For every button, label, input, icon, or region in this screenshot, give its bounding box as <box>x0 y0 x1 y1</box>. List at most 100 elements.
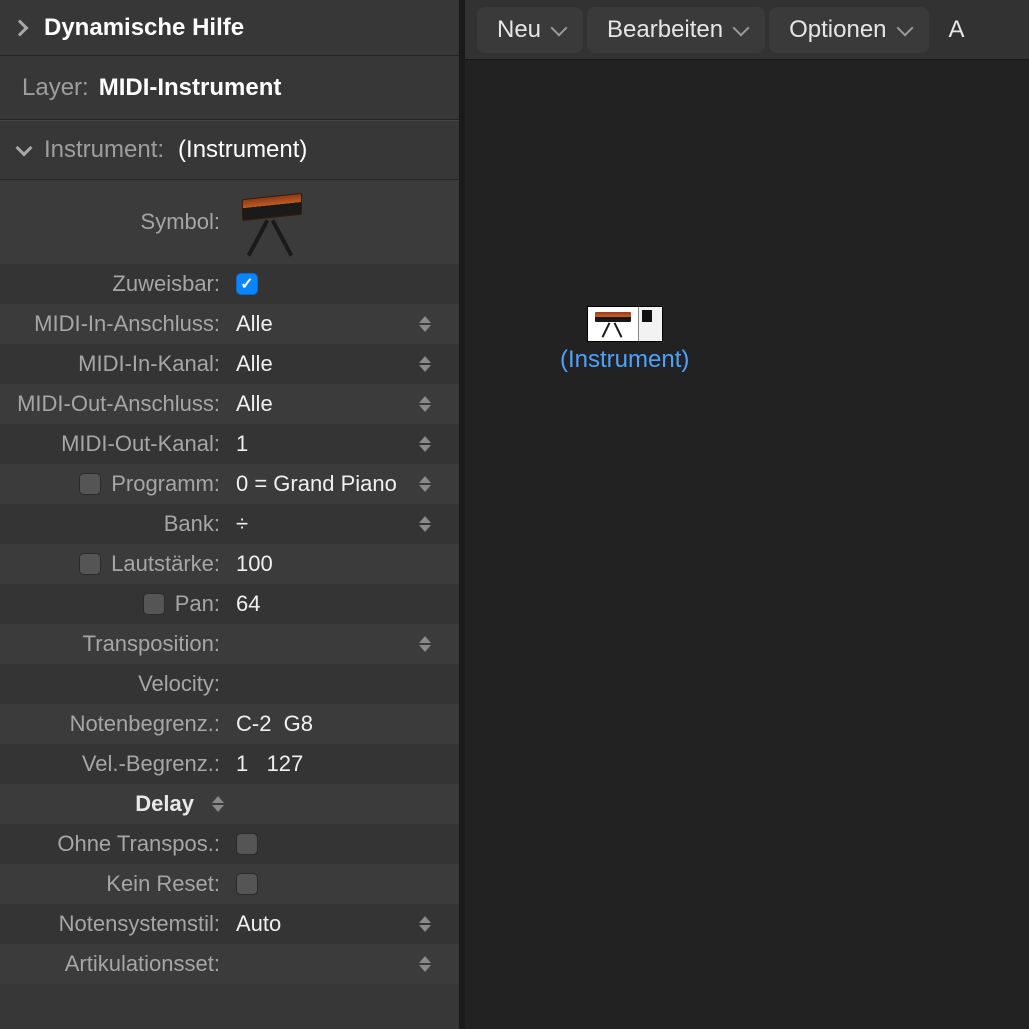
row-articulation-set: Artikulationsset: <box>0 944 459 984</box>
flag-icon <box>642 310 652 322</box>
program-enable-checkbox[interactable] <box>79 473 101 495</box>
label-bank: Bank: <box>0 511 228 537</box>
value-staff-style[interactable]: Auto <box>228 904 459 944</box>
assignable-checkbox[interactable] <box>236 273 258 295</box>
text-pan: 64 <box>236 591 260 617</box>
value-no-reset <box>228 864 459 904</box>
instrument-disclosure-row[interactable]: Instrument: (Instrument) <box>0 120 459 180</box>
label-no-transpose: Ohne Transpos.: <box>0 831 228 857</box>
label-delay-text: Delay <box>135 791 194 817</box>
environment-canvas-pane: Neu Bearbeiten Optionen A (Instr <box>465 0 1029 1029</box>
text-volume: 100 <box>236 551 273 577</box>
text-staff-style: Auto <box>236 911 281 937</box>
label-midi-in-port: MIDI-In-Anschluss: <box>0 311 228 337</box>
dynamic-help-title: Dynamische Hilfe <box>44 14 244 42</box>
label-volume-text: Lautstärke: <box>111 551 220 577</box>
label-symbol: Symbol: <box>0 209 228 235</box>
layer-label: Layer: <box>22 74 89 102</box>
instrument-object-icon <box>587 306 663 342</box>
value-midi-out-channel[interactable]: 1 <box>228 424 459 464</box>
label-delay[interactable]: Delay <box>0 791 228 817</box>
stepper-icon[interactable] <box>419 356 431 372</box>
row-midi-out-channel: MIDI-Out-Kanal: 1 <box>0 424 459 464</box>
row-transpose: Transposition: <box>0 624 459 664</box>
menu-bearbeiten-label: Bearbeiten <box>607 16 723 44</box>
dynamic-help-header[interactable]: Dynamische Hilfe <box>0 0 459 56</box>
environment-workspace[interactable]: (Instrument) <box>465 60 1029 1029</box>
synth-keyboard-icon <box>593 310 633 338</box>
menu-optionen[interactable]: Optionen <box>769 7 928 53</box>
value-delay[interactable] <box>228 784 459 824</box>
row-no-reset: Kein Reset: <box>0 864 459 904</box>
value-midi-out-port[interactable]: Alle <box>228 384 459 424</box>
stepper-icon[interactable] <box>419 316 431 332</box>
row-midi-in-port: MIDI-In-Anschluss: Alle <box>0 304 459 344</box>
stepper-icon[interactable] <box>212 796 224 812</box>
row-assignable: Zuweisbar: <box>0 264 459 304</box>
label-midi-in-channel: MIDI-In-Kanal: <box>0 351 228 377</box>
stepper-icon[interactable] <box>419 476 431 492</box>
row-midi-in-channel: MIDI-In-Kanal: Alle <box>0 344 459 384</box>
chevron-down-icon <box>551 19 568 36</box>
volume-enable-checkbox[interactable] <box>79 553 101 575</box>
row-symbol: Symbol: <box>0 180 459 264</box>
row-program: Programm: 0 = Grand Piano <box>0 464 459 504</box>
text-bank: ÷ <box>236 511 248 537</box>
stepper-icon[interactable] <box>419 516 431 532</box>
label-program: Programm: <box>0 471 228 497</box>
label-articulation-set: Artikulationsset: <box>0 951 228 977</box>
instrument-properties: Symbol: Zuweisbar: MIDI-In-Anschluss: Al… <box>0 180 459 984</box>
no-reset-checkbox[interactable] <box>236 873 258 895</box>
value-articulation-set[interactable] <box>228 944 459 984</box>
menu-bearbeiten[interactable]: Bearbeiten <box>587 7 765 53</box>
value-velocity[interactable] <box>228 664 459 704</box>
value-midi-in-channel[interactable]: Alle <box>228 344 459 384</box>
value-vel-limit[interactable]: 1 127 <box>228 744 459 784</box>
label-staff-style: Notensystemstil: <box>0 911 228 937</box>
row-staff-style: Notensystemstil: Auto <box>0 904 459 944</box>
pan-enable-checkbox[interactable] <box>143 593 165 615</box>
chevron-down-icon <box>896 19 913 36</box>
instrument-object-label[interactable]: (Instrument) <box>560 346 689 374</box>
label-note-limit: Notenbegrenz.: <box>0 711 228 737</box>
menu-ansicht-partial[interactable]: A <box>933 16 975 44</box>
label-program-text: Programm: <box>111 471 220 497</box>
text-midi-in-channel: Alle <box>236 351 273 377</box>
no-transpose-checkbox[interactable] <box>236 833 258 855</box>
menu-optionen-label: Optionen <box>789 16 886 44</box>
label-vel-limit: Vel.-Begrenz.: <box>0 751 228 777</box>
value-volume[interactable]: 100 <box>228 544 459 584</box>
value-bank[interactable]: ÷ <box>228 504 459 544</box>
value-note-limit[interactable]: C-2 G8 <box>228 704 459 744</box>
row-bank: Bank: ÷ <box>0 504 459 544</box>
stepper-icon[interactable] <box>419 956 431 972</box>
chevron-right-icon <box>12 19 29 36</box>
stepper-icon[interactable] <box>419 916 431 932</box>
row-vel-limit: Vel.-Begrenz.: 1 127 <box>0 744 459 784</box>
text-note-limit: C-2 G8 <box>236 711 313 737</box>
menu-a-partial-label: A <box>949 16 965 43</box>
row-velocity: Velocity: <box>0 664 459 704</box>
menu-neu[interactable]: Neu <box>477 7 583 53</box>
value-midi-in-port[interactable]: Alle <box>228 304 459 344</box>
stepper-icon[interactable] <box>419 436 431 452</box>
row-delay: Delay <box>0 784 459 824</box>
label-volume: Lautstärke: <box>0 551 228 577</box>
environment-toolbar: Neu Bearbeiten Optionen A <box>465 0 1029 60</box>
layer-value: MIDI-Instrument <box>99 74 282 102</box>
layer-row[interactable]: Layer: MIDI-Instrument <box>0 56 459 120</box>
label-transpose: Transposition: <box>0 631 228 657</box>
synth-keyboard-icon <box>236 188 304 256</box>
value-pan[interactable]: 64 <box>228 584 459 624</box>
row-no-transpose: Ohne Transpos.: <box>0 824 459 864</box>
environment-instrument-object[interactable]: (Instrument) <box>560 306 689 374</box>
label-midi-out-channel: MIDI-Out-Kanal: <box>0 431 228 457</box>
value-program[interactable]: 0 = Grand Piano <box>228 464 459 504</box>
stepper-icon[interactable] <box>419 396 431 412</box>
text-midi-out-channel: 1 <box>236 431 248 457</box>
text-vel-limit: 1 127 <box>236 751 303 777</box>
value-transpose[interactable] <box>228 624 459 664</box>
value-symbol[interactable] <box>228 180 459 264</box>
inspector-panel: Dynamische Hilfe Layer: MIDI-Instrument … <box>0 0 465 1029</box>
stepper-icon[interactable] <box>419 636 431 652</box>
